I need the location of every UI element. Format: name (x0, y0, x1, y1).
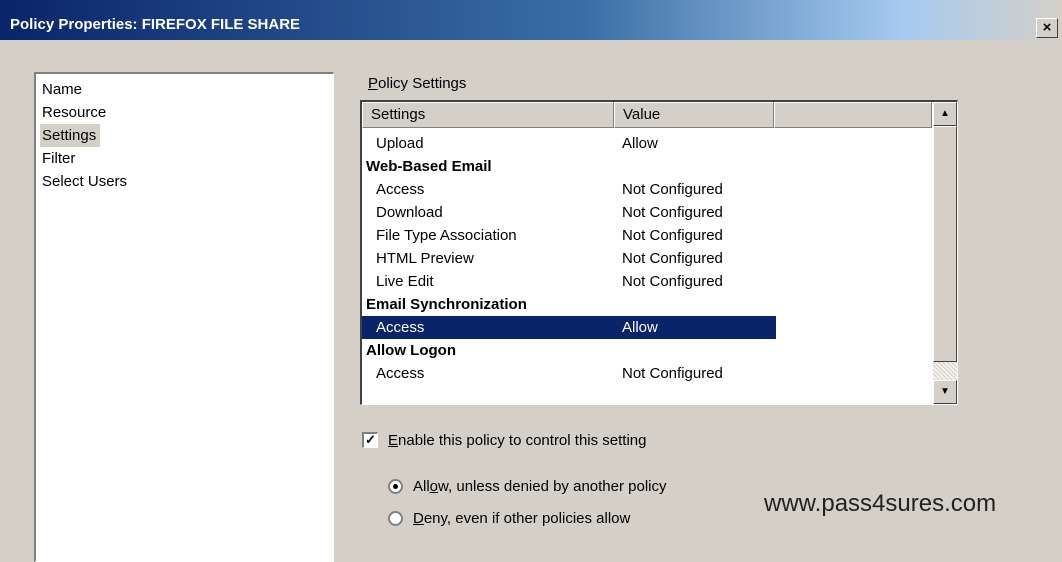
table-group-row[interactable]: Allow Logon (362, 339, 932, 362)
setting-name: HTML Preview (376, 250, 474, 267)
setting-value: Allow (622, 319, 658, 336)
table-row-selected[interactable]: Access Allow (362, 316, 776, 339)
setting-value: Not Configured (622, 250, 723, 267)
enable-policy-option[interactable]: ✓ Enable this policy to control this set… (362, 428, 646, 452)
table-row[interactable]: Upload Allow (362, 132, 932, 155)
window-title: Policy Properties: FIREFOX FILE SHARE (10, 16, 301, 33)
nav-item-name[interactable]: Name (40, 78, 86, 101)
title-bar: Policy Properties: FIREFOX FILE SHARE × (0, 0, 1062, 40)
setting-value: Allow (622, 135, 658, 152)
nav-item-filter[interactable]: Filter (40, 147, 79, 170)
deny-radio[interactable] (388, 510, 403, 526)
enable-policy-checkbox[interactable]: ✓ (362, 432, 378, 448)
table-row[interactable]: Live Edit Not Configured (362, 270, 932, 293)
setting-value: Not Configured (622, 227, 723, 244)
scroll-down-button[interactable]: ▼ (933, 380, 957, 404)
table-row[interactable]: Access Not Configured (362, 178, 932, 201)
column-header-blank (774, 102, 932, 128)
setting-name: Download (376, 204, 443, 221)
group-name: Web-Based Email (366, 158, 492, 175)
arrow-down-icon: ▼ (940, 386, 950, 397)
group-name: Email Synchronization (366, 296, 527, 313)
group-name: Allow Logon (366, 342, 456, 359)
deny-label: Deny, even if other policies allow (413, 509, 631, 527)
setting-name: Access (376, 319, 425, 336)
scroll-thumb[interactable] (933, 126, 957, 362)
policy-settings-label-rest: olicy Settings (378, 75, 467, 92)
properties-nav-list[interactable]: Name Resource Settings Filter Select Use… (34, 72, 334, 562)
setting-name: Access (376, 365, 425, 382)
policy-settings-label: Policy Settings (368, 75, 466, 92)
close-button[interactable]: × (1036, 18, 1058, 38)
policy-settings-mnemonic: P (368, 75, 379, 92)
column-header-settings[interactable]: Settings (362, 102, 614, 128)
vertical-scrollbar[interactable]: ▲ ▼ (933, 102, 957, 404)
watermark-text: www.pass4sures.com (764, 490, 997, 517)
deny-option[interactable]: Deny, even if other policies allow (388, 506, 630, 530)
table-row[interactable]: HTML Preview Not Configured (362, 247, 932, 270)
nav-item-settings[interactable]: Settings (40, 124, 101, 147)
setting-name: Upload (376, 135, 424, 152)
setting-value: Not Configured (622, 204, 723, 221)
table-row[interactable]: Download Not Configured (362, 201, 932, 224)
nav-item-select-users[interactable]: Select Users (40, 170, 131, 193)
arrow-up-icon: ▲ (940, 108, 950, 119)
setting-name: Access (376, 181, 425, 198)
close-icon: × (1042, 19, 1052, 36)
policy-settings-grid[interactable]: Settings Value Upload Allow Web-Based Ema… (360, 100, 958, 405)
table-group-row[interactable]: Web-Based Email (362, 155, 932, 178)
nav-item-resource[interactable]: Resource (40, 101, 110, 124)
setting-value: Not Configured (622, 365, 723, 382)
grid-header: Settings Value (362, 102, 932, 128)
table-group-row[interactable]: Email Synchronization (362, 293, 932, 316)
checkmark-icon: ✓ (365, 432, 376, 447)
setting-value: Not Configured (622, 181, 723, 198)
setting-value: Not Configured (622, 273, 723, 290)
setting-name: File Type Association (376, 227, 517, 244)
radio-selected-dot (393, 483, 398, 489)
setting-name: Live Edit (376, 273, 434, 290)
table-row[interactable]: File Type Association Not Configured (362, 224, 932, 247)
grid-rows: Upload Allow Web-Based Email Access Not Co… (362, 132, 932, 385)
column-header-value[interactable]: Value (614, 102, 774, 128)
scroll-up-button[interactable]: ▲ (933, 102, 957, 126)
table-row[interactable]: Access Not Configured (362, 362, 932, 385)
allow-label: Allow, unless denied by another policy (413, 477, 667, 495)
allow-radio[interactable] (388, 478, 403, 494)
allow-option[interactable]: Allow, unless denied by another policy (388, 474, 667, 498)
enable-policy-label: Enable this policy to control this setti… (388, 431, 647, 449)
